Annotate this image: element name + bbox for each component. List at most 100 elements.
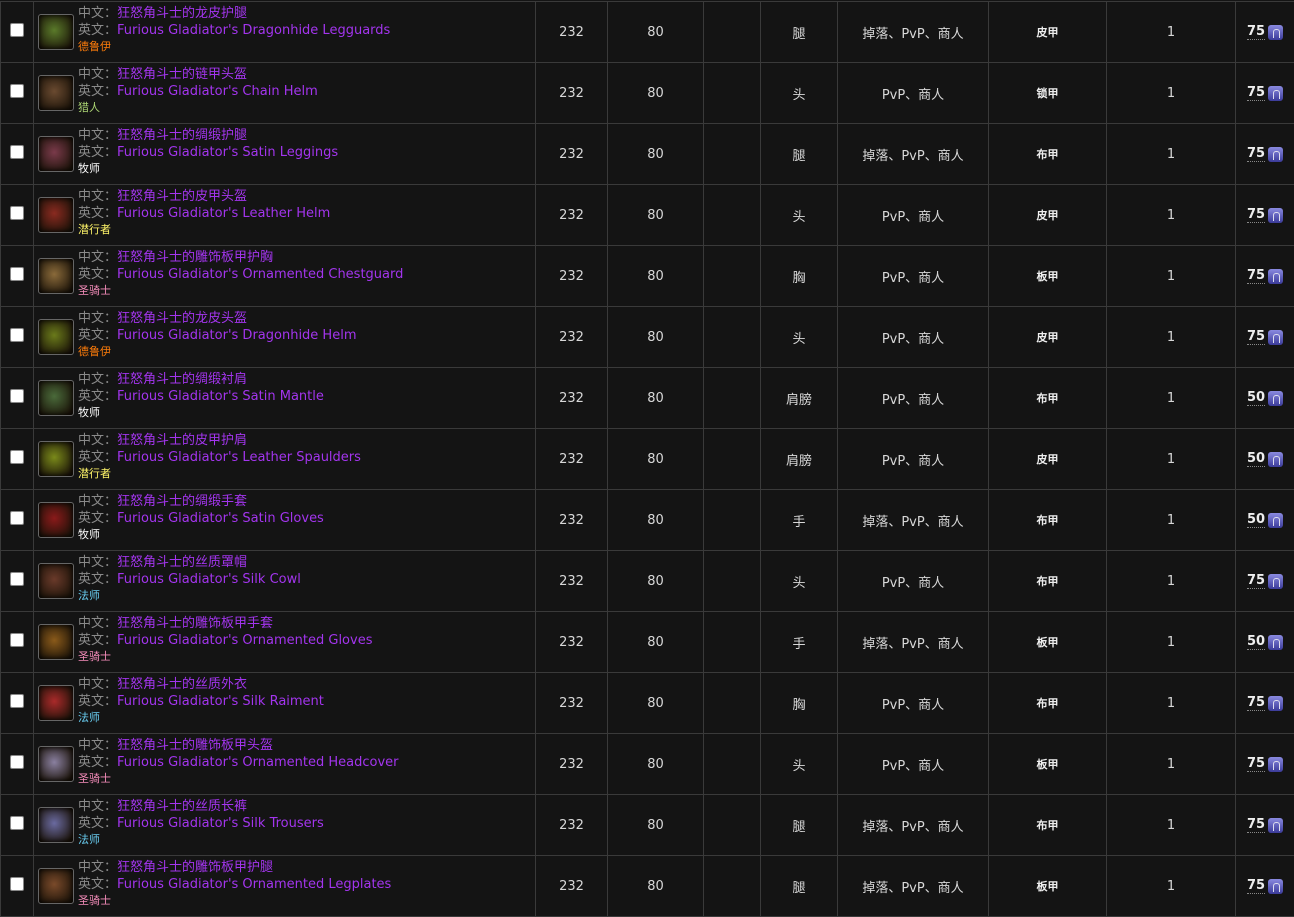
item-name-en-link[interactable]: Furious Gladiator's Satin Mantle (117, 389, 324, 404)
item-name-zh-link[interactable]: 狂怒角斗士的皮甲护肩 (117, 433, 247, 448)
item-name-en-link[interactable]: Furious Gladiator's Leather Helm (117, 206, 330, 221)
item-name-zh-link[interactable]: 狂怒角斗士的丝质罩帽 (117, 555, 247, 570)
item-name-en-link[interactable]: Furious Gladiator's Ornamented Chestguar… (117, 267, 403, 282)
price-value: 50 (1247, 390, 1265, 406)
item-name-zh-link[interactable]: 狂怒角斗士的雕饰板甲头盔 (117, 738, 273, 753)
item-level: 232 (536, 429, 608, 490)
table-row: 中文：狂怒角斗士的链甲头盔 英文：Furious Gladiator's Cha… (1, 63, 1294, 124)
item-icon[interactable] (38, 136, 74, 172)
required-level: 80 (608, 856, 704, 917)
row-checkbox[interactable] (10, 694, 24, 708)
item-icon[interactable] (38, 563, 74, 599)
item-name-en-link[interactable]: Furious Gladiator's Chain Helm (117, 84, 318, 99)
item-name-en-link[interactable]: Furious Gladiator's Satin Leggings (117, 145, 338, 160)
row-checkbox[interactable] (10, 23, 24, 37)
class-label: 圣骑士 (78, 283, 403, 298)
select-cell (1, 795, 34, 856)
class-label: 牧师 (78, 405, 324, 420)
class-label: 牧师 (78, 527, 324, 542)
price-value: 75 (1247, 146, 1265, 162)
row-checkbox[interactable] (10, 755, 24, 769)
item-level: 232 (536, 795, 608, 856)
select-cell (1, 63, 34, 124)
count: 1 (1107, 185, 1236, 246)
item-name-en-link[interactable]: Furious Gladiator's Satin Gloves (117, 511, 324, 526)
item-name-zh-link[interactable]: 狂怒角斗士的龙皮护腿 (117, 6, 247, 21)
item-name-zh-link[interactable]: 狂怒角斗士的雕饰板甲护胸 (117, 250, 273, 265)
required-level: 80 (608, 429, 704, 490)
item-name-cell: 中文：狂怒角斗士的丝质外衣 英文：Furious Gladiator's Sil… (34, 673, 536, 734)
item-name-zh-link[interactable]: 狂怒角斗士的丝质长裤 (117, 799, 247, 814)
item-name-zh-link[interactable]: 狂怒角斗士的链甲头盔 (117, 67, 247, 82)
armor-type: 布甲 (989, 368, 1107, 429)
item-level: 232 (536, 63, 608, 124)
item-name-en-link[interactable]: Furious Gladiator's Silk Raiment (117, 694, 324, 709)
row-checkbox[interactable] (10, 84, 24, 98)
row-checkbox[interactable] (10, 145, 24, 159)
item-level: 232 (536, 246, 608, 307)
row-checkbox[interactable] (10, 816, 24, 830)
price-value: 75 (1247, 695, 1265, 711)
item-icon[interactable] (38, 380, 74, 416)
row-checkbox[interactable] (10, 328, 24, 342)
item-icon[interactable] (38, 502, 74, 538)
source: PvP、商人 (838, 246, 989, 307)
row-checkbox[interactable] (10, 389, 24, 403)
price-cell: 50 (1236, 490, 1294, 551)
table-row: 中文：狂怒角斗士的皮甲护肩 英文：Furious Gladiator's Lea… (1, 429, 1294, 490)
table-row: 中文：狂怒角斗士的雕饰板甲护胸 英文：Furious Gladiator's O… (1, 246, 1294, 307)
en-label: 英文： (78, 145, 117, 160)
extra-cell (704, 490, 761, 551)
item-name-zh-link[interactable]: 狂怒角斗士的雕饰板甲手套 (117, 616, 273, 631)
item-name-cell: 中文：狂怒角斗士的绸缎衬肩 英文：Furious Gladiator's Sat… (34, 368, 536, 429)
zh-label: 中文： (78, 128, 117, 143)
source: PvP、商人 (838, 307, 989, 368)
item-name-en-link[interactable]: Furious Gladiator's Ornamented Legplates (117, 877, 391, 892)
required-level: 80 (608, 551, 704, 612)
item-level: 232 (536, 612, 608, 673)
zh-label: 中文： (78, 677, 117, 692)
arena-point-icon (1268, 147, 1283, 162)
row-checkbox[interactable] (10, 450, 24, 464)
price-value: 75 (1247, 878, 1265, 894)
row-checkbox[interactable] (10, 633, 24, 647)
item-name-en-link[interactable]: Furious Gladiator's Silk Trousers (117, 816, 324, 831)
item-name-en-link[interactable]: Furious Gladiator's Dragonhide Helm (117, 328, 356, 343)
row-checkbox[interactable] (10, 877, 24, 891)
item-name-zh-link[interactable]: 狂怒角斗士的雕饰板甲护腿 (117, 860, 273, 875)
table-row: 中文：狂怒角斗士的绸缎护腿 英文：Furious Gladiator's Sat… (1, 124, 1294, 185)
slot: 头 (761, 185, 838, 246)
item-icon[interactable] (38, 197, 74, 233)
item-icon[interactable] (38, 319, 74, 355)
item-name-en-link[interactable]: Furious Gladiator's Dragonhide Legguards (117, 23, 390, 38)
item-icon[interactable] (38, 868, 74, 904)
item-name-zh-link[interactable]: 狂怒角斗士的绸缎手套 (117, 494, 247, 509)
item-name-zh-link[interactable]: 狂怒角斗士的龙皮头盔 (117, 311, 247, 326)
item-icon[interactable] (38, 75, 74, 111)
item-icon[interactable] (38, 441, 74, 477)
zh-label: 中文： (78, 6, 117, 21)
price-value: 50 (1247, 512, 1265, 528)
row-checkbox[interactable] (10, 572, 24, 586)
count: 1 (1107, 2, 1236, 63)
count: 1 (1107, 124, 1236, 185)
item-icon[interactable] (38, 746, 74, 782)
item-name-en-link[interactable]: Furious Gladiator's Silk Cowl (117, 572, 301, 587)
row-checkbox[interactable] (10, 267, 24, 281)
item-icon[interactable] (38, 685, 74, 721)
select-cell (1, 612, 34, 673)
row-checkbox[interactable] (10, 206, 24, 220)
row-checkbox[interactable] (10, 511, 24, 525)
item-name-zh-link[interactable]: 狂怒角斗士的绸缎护腿 (117, 128, 247, 143)
item-name-en-link[interactable]: Furious Gladiator's Leather Spaulders (117, 450, 361, 465)
item-icon[interactable] (38, 14, 74, 50)
item-name-en-link[interactable]: Furious Gladiator's Ornamented Headcover (117, 755, 398, 770)
item-name-zh-link[interactable]: 狂怒角斗士的丝质外衣 (117, 677, 247, 692)
item-name-zh-link[interactable]: 狂怒角斗士的绸缎衬肩 (117, 372, 247, 387)
item-icon[interactable] (38, 624, 74, 660)
item-name-en-link[interactable]: Furious Gladiator's Ornamented Gloves (117, 633, 372, 648)
extra-cell (704, 429, 761, 490)
item-icon[interactable] (38, 258, 74, 294)
item-icon[interactable] (38, 807, 74, 843)
item-name-zh-link[interactable]: 狂怒角斗士的皮甲头盔 (117, 189, 247, 204)
